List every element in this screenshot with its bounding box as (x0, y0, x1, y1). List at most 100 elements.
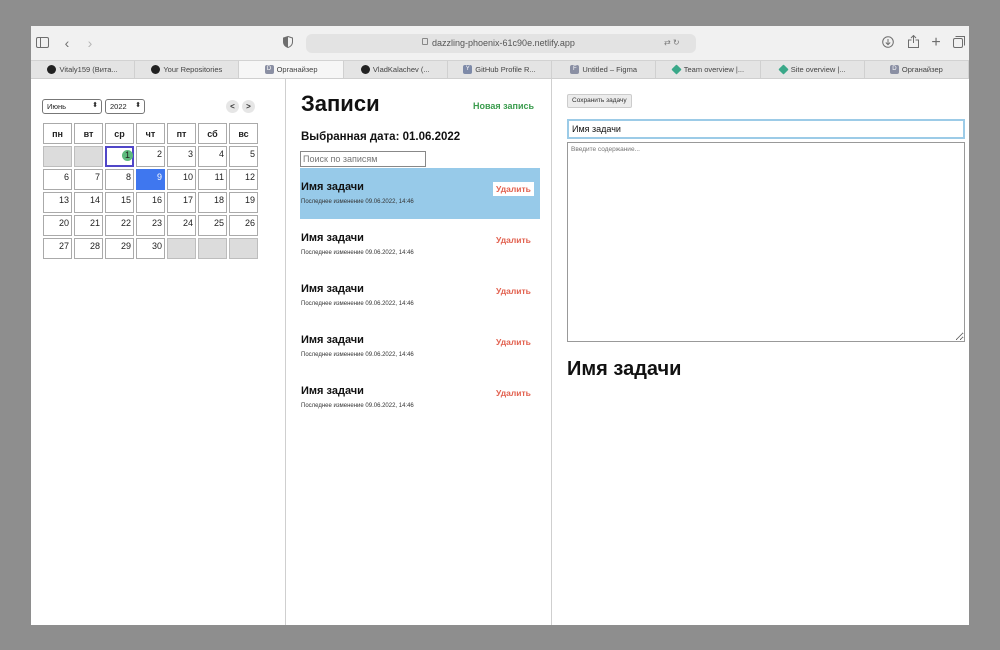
browser-tab-label: Team overview |... (683, 65, 745, 74)
back-icon[interactable]: ‹ (61, 34, 73, 52)
calendar-day-number: 29 (120, 241, 131, 251)
new-note-button[interactable]: Новая запись (473, 101, 534, 111)
calendar-day-number: 27 (58, 241, 69, 251)
calendar-day-number: 8 (125, 172, 131, 182)
calendar-day[interactable]: 27 (43, 238, 72, 259)
calendar-day[interactable]: 2 (136, 146, 165, 167)
next-month-button[interactable]: > (242, 100, 255, 113)
calendar-day[interactable]: 25 (198, 215, 227, 236)
y-favicon-icon: Y (463, 65, 473, 74)
calendar-day[interactable]: 5 (229, 146, 258, 167)
save-task-button[interactable]: Сохранить задачу (567, 94, 632, 108)
app-content: Июнь ⬍ 2022 ⬍ < > пн вт ср чт пт сб вс 1234567… (31, 79, 969, 625)
calendar-day-number: 5 (249, 149, 255, 159)
note-modified: Последнее изменение 09.06.2022, 14:46 (301, 352, 414, 358)
share-icon[interactable] (906, 34, 920, 52)
calendar-day[interactable]: 28 (74, 238, 103, 259)
browser-tab[interactable]: Site overview |... (761, 61, 865, 78)
calendar-day[interactable]: 3 (167, 146, 196, 167)
calendar-day[interactable]: 21 (74, 215, 103, 236)
note-item[interactable]: Имя задачи Последнее изменение 09.06.2022… (300, 168, 540, 219)
calendar-empty-cell (74, 146, 103, 167)
sidebar-icon[interactable] (35, 34, 49, 52)
calendar-day[interactable]: 1 (105, 146, 134, 167)
browser-tab[interactable]: F Untitled – Figma (552, 61, 657, 78)
calendar-day-number: 6 (63, 172, 69, 182)
calendar-day[interactable]: 26 (229, 215, 258, 236)
task-title-input[interactable] (567, 119, 965, 139)
delete-note-button[interactable]: Удалить (493, 233, 534, 247)
browser-tab-label: Органайзер (276, 65, 318, 74)
task-preview-title: Имя задачи (567, 358, 682, 380)
browser-tab-label: VladKalachev (... (372, 65, 430, 74)
month-select[interactable]: Июнь ⬍ (42, 99, 102, 114)
translate-icon[interactable]: ⇄ ↻ (664, 38, 680, 47)
calendar-day[interactable]: 29 (105, 238, 134, 259)
note-item[interactable]: Имя задачи Последнее изменение 09.06.2022… (300, 372, 540, 423)
calendar-day[interactable]: 6 (43, 169, 72, 190)
calendar-empty-cell (167, 238, 196, 259)
calendar-day-number: 25 (213, 218, 224, 228)
forward-icon[interactable]: › (84, 34, 96, 52)
browser-tab[interactable]: D Органайзер (239, 61, 344, 78)
calendar-day[interactable]: 10 (167, 169, 196, 190)
prev-month-button[interactable]: < (226, 100, 239, 113)
delete-note-button[interactable]: Удалить (493, 284, 534, 298)
calendar-day[interactable]: 24 (167, 215, 196, 236)
calendar-day-number: 16 (151, 195, 162, 205)
delete-note-button[interactable]: Удалить (493, 335, 534, 349)
calendar-day[interactable]: 15 (105, 192, 134, 213)
new-tab-icon[interactable]: + (929, 34, 943, 52)
browser-tab[interactable]: Your Repositories (135, 61, 240, 78)
browser-tab[interactable]: Team overview |... (656, 61, 761, 78)
calendar-day[interactable]: 30 (136, 238, 165, 259)
calendar-day-number: 17 (182, 195, 193, 205)
calendar-grid: пн вт ср чт пт сб вс 1 2 3 4 5 6 7 8 9 10 11 12 13 14 15 16 17… (41, 121, 260, 261)
calendar-day[interactable]: 22 (105, 215, 134, 236)
delete-note-button[interactable]: Удалить (493, 182, 534, 196)
task-content-textarea[interactable] (567, 142, 965, 342)
year-select[interactable]: 2022 ⬍ (105, 99, 145, 114)
calendar-day[interactable]: 20 (43, 215, 72, 236)
calendar-day[interactable]: 12 (229, 169, 258, 190)
calendar-day[interactable]: 23 (136, 215, 165, 236)
calendar-day[interactable]: 18 (198, 192, 227, 213)
calendar-day[interactable]: 7 (74, 169, 103, 190)
download-icon[interactable] (881, 34, 895, 52)
browser-window: ‹ › dazzling-phoenix-61c90e.netlify.app … (31, 26, 969, 625)
browser-tab[interactable]: Y GitHub Profile R... (448, 61, 553, 78)
calendar-day-number: 7 (94, 172, 100, 182)
calendar-day-number: 23 (151, 218, 162, 228)
calendar-week-row: 6 7 8 9 10 11 12 (43, 169, 258, 190)
shield-icon[interactable] (282, 34, 294, 52)
calendar-week-row: 1 2 3 4 5 (43, 146, 258, 167)
weekday-header: ср (105, 123, 134, 144)
calendar-week-row: 20 21 22 23 24 25 26 (43, 215, 258, 236)
d-favicon-icon: D (889, 65, 899, 74)
browser-tab[interactable]: VladKalachev (... (344, 61, 448, 78)
calendar-day[interactable]: 11 (198, 169, 227, 190)
calendar-day-number: 19 (244, 195, 255, 205)
note-item[interactable]: Имя задачи Последнее изменение 09.06.2022… (300, 219, 540, 270)
note-item[interactable]: Имя задачи Последнее изменение 09.06.2022… (300, 321, 540, 372)
calendar-day[interactable]: 19 (229, 192, 258, 213)
calendar-day[interactable]: 4 (198, 146, 227, 167)
browser-tab[interactable]: D Органайзер (865, 61, 969, 78)
search-input[interactable] (300, 151, 426, 167)
address-bar[interactable]: dazzling-phoenix-61c90e.netlify.app ⇄ ↻ (306, 34, 696, 53)
delete-note-button[interactable]: Удалить (493, 386, 534, 400)
github-icon (151, 65, 161, 74)
calendar-panel: Июнь ⬍ 2022 ⬍ < > пн вт ср чт пт сб вс 1234567… (31, 79, 286, 625)
tab-bar: Vitaly159 (Вита... Your Repositories D Орга… (31, 60, 969, 79)
calendar-day[interactable]: 13 (43, 192, 72, 213)
calendar-day[interactable]: 17 (167, 192, 196, 213)
calendar-day[interactable]: 16 (136, 192, 165, 213)
browser-tab[interactable]: Vitaly159 (Вита... (31, 61, 136, 78)
browser-tab-label: Your Repositories (163, 65, 223, 74)
calendar-empty-cell (43, 146, 72, 167)
tab-overview-icon[interactable] (952, 34, 966, 52)
note-item[interactable]: Имя задачи Последнее изменение 09.06.2022… (300, 270, 540, 321)
calendar-day[interactable]: 8 (105, 169, 134, 190)
calendar-day[interactable]: 14 (74, 192, 103, 213)
calendar-day[interactable]: 9 (136, 169, 165, 190)
